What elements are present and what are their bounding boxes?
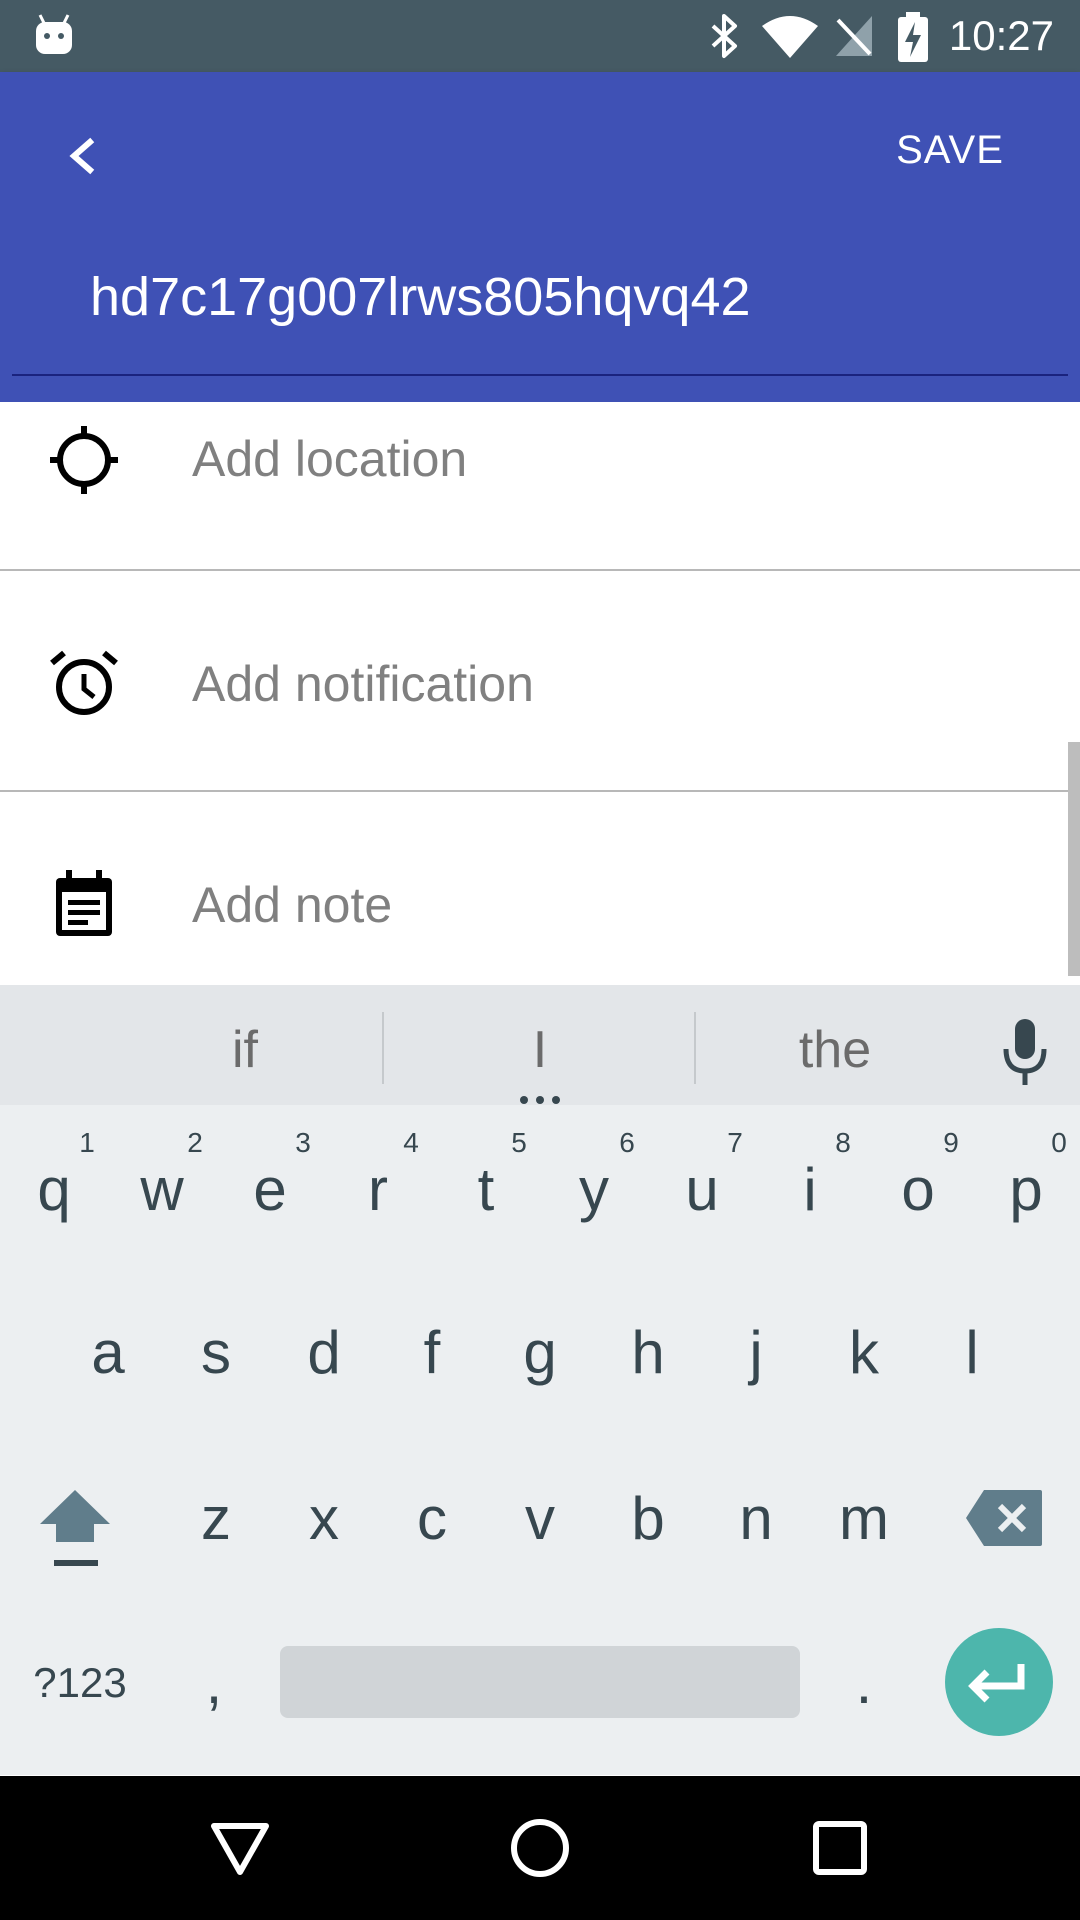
scrollbar[interactable] xyxy=(1068,742,1080,976)
key-hint: 4 xyxy=(403,1127,419,1158)
key-s[interactable]: s xyxy=(162,1298,270,1408)
back-triangle-icon[interactable] xyxy=(208,1816,272,1880)
key-hint: 2 xyxy=(187,1127,203,1158)
backspace-key[interactable] xyxy=(964,1488,1044,1548)
enter-key[interactable] xyxy=(945,1628,1053,1736)
key-z[interactable]: z xyxy=(162,1464,270,1574)
bluetooth-icon xyxy=(711,14,737,58)
microphone-icon[interactable] xyxy=(998,1015,1052,1091)
key-m[interactable]: m xyxy=(810,1464,918,1574)
alarm-clock-icon xyxy=(50,650,118,715)
space-key[interactable] xyxy=(280,1646,800,1718)
key-n[interactable]: n xyxy=(702,1464,810,1574)
key-k[interactable]: k xyxy=(810,1298,918,1408)
navigation-bar xyxy=(0,1776,1080,1920)
suggestion-if[interactable]: if xyxy=(100,1015,390,1085)
symbols-key[interactable]: ?123 xyxy=(20,1628,140,1738)
recents-square-icon[interactable] xyxy=(808,1816,872,1880)
suggestion-divider xyxy=(694,1012,696,1084)
suggestion-i[interactable]: I xyxy=(390,1015,690,1085)
key-h[interactable]: h xyxy=(594,1298,702,1408)
location-target-icon xyxy=(50,426,118,494)
key-j[interactable]: j xyxy=(702,1298,810,1408)
home-circle-icon[interactable] xyxy=(508,1816,572,1880)
add-notification-label: Add notification xyxy=(192,656,534,712)
key-v[interactable]: v xyxy=(486,1464,594,1574)
key-b[interactable]: b xyxy=(594,1464,702,1574)
key-l[interactable]: l xyxy=(918,1298,1026,1408)
key-a[interactable]: a xyxy=(54,1298,162,1408)
key-hint: 7 xyxy=(727,1127,743,1158)
add-notification-row[interactable]: Add notification xyxy=(0,571,1080,789)
key-g[interactable]: g xyxy=(486,1298,594,1408)
no-signal-icon xyxy=(836,16,872,56)
period-key[interactable]: . xyxy=(810,1628,918,1738)
back-button[interactable] xyxy=(44,118,124,198)
battery-charging-icon xyxy=(898,12,928,62)
key-d[interactable]: d xyxy=(270,1298,378,1408)
key-hint: 0 xyxy=(1051,1127,1067,1158)
key-hint: 6 xyxy=(619,1127,635,1158)
more-suggestions-icon[interactable] xyxy=(518,1092,562,1104)
title-input-underline xyxy=(12,374,1068,376)
android-icon xyxy=(36,14,72,54)
add-note-row[interactable]: Add note xyxy=(0,792,1080,982)
add-note-label: Add note xyxy=(192,877,393,933)
backspace-icon xyxy=(966,1490,1042,1546)
suggestion-divider xyxy=(382,1012,384,1084)
comma-key[interactable]: , xyxy=(160,1628,268,1738)
enter-arrow-icon xyxy=(968,1664,1025,1703)
note-calendar-icon xyxy=(56,870,112,936)
add-location-label: Add location xyxy=(192,431,468,487)
save-button[interactable]: SAVE xyxy=(880,118,1020,182)
status-bar: 10:27 xyxy=(0,0,1080,72)
chevron-left-icon xyxy=(69,137,95,175)
shift-arrow-icon xyxy=(40,1490,110,1566)
key-x[interactable]: x xyxy=(270,1464,378,1574)
key-hint: 5 xyxy=(511,1127,527,1158)
title-input[interactable]: hd7c17g007lrws805hqvq42 xyxy=(90,260,751,334)
wifi-icon xyxy=(762,16,818,58)
key-f[interactable]: f xyxy=(378,1298,486,1408)
suggestion-the[interactable]: the xyxy=(700,1015,970,1085)
key-hint: 1 xyxy=(79,1127,95,1158)
key-hint: 3 xyxy=(295,1127,311,1158)
shift-key[interactable] xyxy=(30,1480,120,1580)
key-hint: 9 xyxy=(943,1127,959,1158)
status-time: 10:27 xyxy=(948,12,1054,59)
key-c[interactable]: c xyxy=(378,1464,486,1574)
key-hint: 8 xyxy=(835,1127,851,1158)
